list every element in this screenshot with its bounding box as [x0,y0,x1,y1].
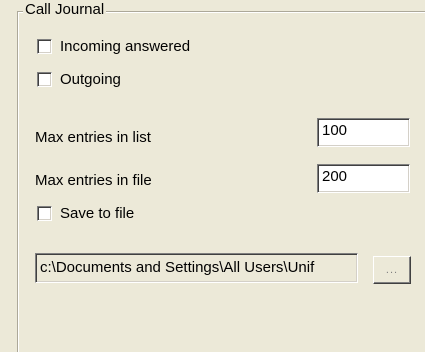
outgoing-label[interactable]: Outgoing [60,71,121,88]
max-entries-list-input[interactable]: 100 [317,118,410,147]
max-entries-file-input[interactable]: 200 [317,164,410,193]
outgoing-option[interactable]: Outgoing [37,71,121,88]
group-title: Call Journal [23,1,107,19]
file-path-field[interactable]: c:\Documents and Settings\All Users\Unif [35,253,358,283]
save-to-file-label[interactable]: Save to file [60,205,134,222]
incoming-answered-label[interactable]: Incoming answered [60,38,190,55]
save-to-file-checkbox[interactable] [37,206,52,221]
browse-button[interactable]: ... [373,256,411,284]
max-entries-file-label: Max entries in file [35,172,152,189]
incoming-answered-option[interactable]: Incoming answered [37,38,190,55]
incoming-answered-checkbox[interactable] [37,39,52,54]
save-to-file-option[interactable]: Save to file [37,205,134,222]
outgoing-checkbox[interactable] [37,72,52,87]
max-entries-list-label: Max entries in list [35,129,151,146]
